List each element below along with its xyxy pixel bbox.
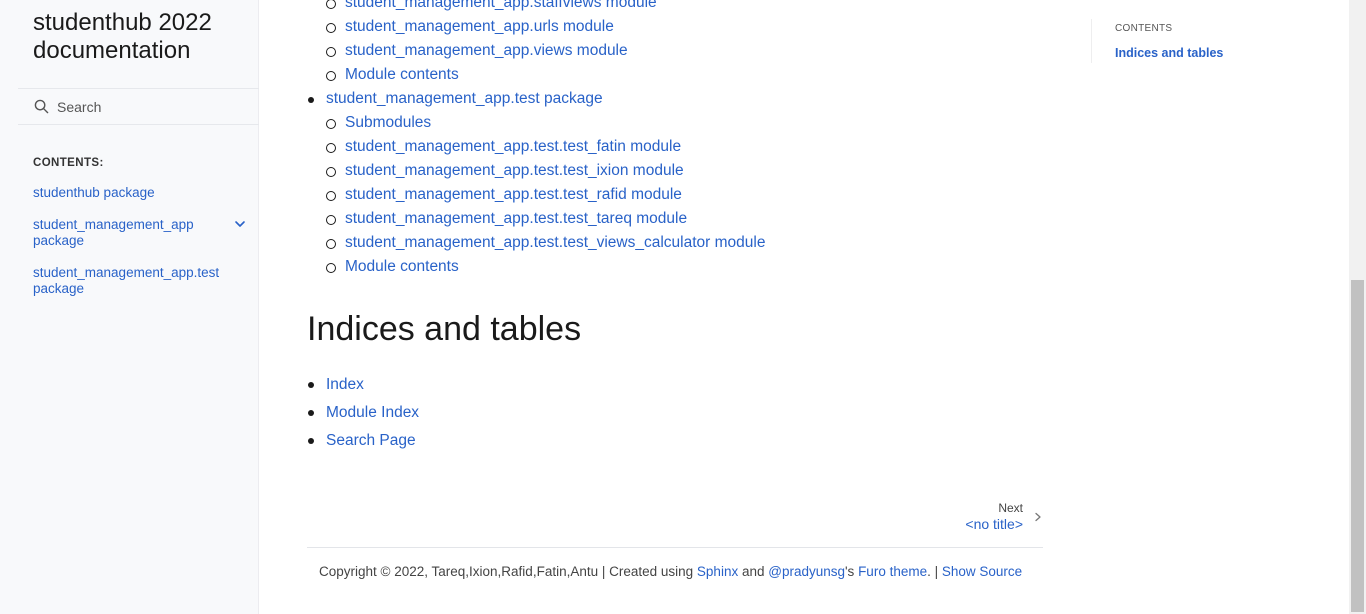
sidebar-nav: studenthub package student_management_ap… — [33, 185, 248, 297]
footer: Copyright © 2022, Tareq,Ixion,Rafid,Fati… — [307, 547, 1043, 582]
toctree: student_management_app.staffviews module… — [307, 0, 765, 279]
next-page-text: Next <no title> — [965, 501, 1023, 533]
indices-list: Index Module Index Search Page — [307, 371, 419, 455]
toc-link[interactable]: student_management_app.test.test_views_c… — [345, 234, 765, 251]
indices-item: Index — [307, 371, 419, 399]
toc-link-test-package[interactable]: student_management_app.test package — [326, 90, 603, 107]
module-index-link[interactable]: Module Index — [326, 404, 419, 421]
toc-item: student_management_app.staffviews module — [326, 0, 765, 15]
site-brand[interactable]: studenthub 2022 documentation — [33, 9, 248, 65]
toc-link[interactable]: student_management_app.test.test_rafid m… — [345, 186, 682, 203]
toc-item: Module contents — [326, 63, 765, 87]
toc-item: student_management_app.urls module — [326, 15, 765, 39]
scrollbar-thumb[interactable] — [1351, 280, 1364, 612]
toc-item: student_management_app.test.test_fatin m… — [326, 135, 765, 159]
toc-link[interactable]: Submodules — [345, 114, 431, 131]
scrollbar[interactable] — [1349, 0, 1366, 614]
toc-sublist-app: student_management_app.staffviews module… — [326, 0, 765, 87]
footer-and: and — [738, 564, 769, 579]
chevron-down-icon[interactable] — [234, 218, 246, 230]
sidebar-link-student-management-app[interactable]: student_management_app package — [33, 217, 213, 249]
toc-link[interactable]: student_management_app.test.test_fatin m… — [345, 138, 681, 155]
sidebar: studenthub 2022 documentation CONTENTS: … — [0, 0, 259, 614]
toc-link[interactable]: student_management_app.test.test_ixion m… — [345, 162, 684, 179]
toc-item: Submodules — [326, 111, 765, 135]
sphinx-link[interactable]: Sphinx — [697, 564, 738, 579]
sidebar-search[interactable] — [18, 88, 259, 125]
toc-item: Module contents — [326, 255, 765, 279]
indices-item: Module Index — [307, 399, 419, 427]
sidebar-link-test-package[interactable]: student_management_app.test package — [33, 265, 219, 297]
pradyunsg-link[interactable]: @pradyunsg — [768, 564, 845, 579]
toc-link[interactable]: student_management_app.test.test_tareq m… — [345, 210, 687, 227]
sidebar-item-studenthub: studenthub package — [33, 185, 248, 201]
toc-item: student_management_app.test.test_views_c… — [326, 231, 765, 255]
toc-link[interactable]: student_management_app.staffviews module — [345, 0, 657, 11]
page-toc: CONTENTS Indices and tables — [1091, 19, 1331, 63]
sidebar-caption: CONTENTS: — [33, 157, 104, 169]
furo-theme-link[interactable]: Furo theme — [858, 564, 927, 579]
page-heading: Indices and tables — [307, 310, 582, 348]
show-source-link[interactable]: Show Source — [942, 564, 1022, 579]
toc-sublist-test: Submodules student_management_app.test.t… — [326, 111, 765, 279]
toc-item: student_management_app.test.test_ixion m… — [326, 159, 765, 183]
next-label: Next — [998, 501, 1023, 515]
toc-link[interactable]: student_management_app.views module — [345, 42, 628, 59]
chevron-right-icon — [1035, 512, 1041, 522]
next-title: <no title> — [965, 516, 1023, 532]
toc-link[interactable]: student_management_app.urls module — [345, 18, 614, 35]
page-toc-link-indices[interactable]: Indices and tables — [1115, 46, 1331, 60]
page-toc-caption: CONTENTS — [1115, 23, 1173, 34]
toc-link[interactable]: Module contents — [345, 66, 459, 83]
sidebar-item-test-package: student_management_app.test package — [33, 265, 248, 297]
next-page-link[interactable]: Next <no title> — [903, 499, 1043, 535]
sidebar-item-student-management-app: student_management_app package — [33, 217, 248, 249]
search-input[interactable] — [57, 98, 247, 115]
footer-separator: . | — [927, 564, 942, 579]
toc-link[interactable]: Module contents — [345, 258, 459, 275]
indices-item: Search Page — [307, 427, 419, 455]
sidebar-link-studenthub[interactable]: studenthub package — [33, 185, 213, 201]
search-icon — [34, 99, 49, 114]
toc-item-test-package: student_management_app.test package Subm… — [307, 87, 765, 279]
search-page-link[interactable]: Search Page — [326, 432, 416, 449]
toc-item: student_management_app.test.test_tareq m… — [326, 207, 765, 231]
toc-list: student_management_app.test package Subm… — [307, 87, 765, 279]
footer-apostrophe: 's — [844, 564, 859, 579]
index-link[interactable]: Index — [326, 376, 364, 393]
toc-item: student_management_app.test.test_rafid m… — [326, 183, 765, 207]
toc-item: student_management_app.views module — [326, 39, 765, 63]
footer-copyright: Copyright © 2022, Tareq,Ixion,Rafid,Fati… — [319, 564, 697, 579]
